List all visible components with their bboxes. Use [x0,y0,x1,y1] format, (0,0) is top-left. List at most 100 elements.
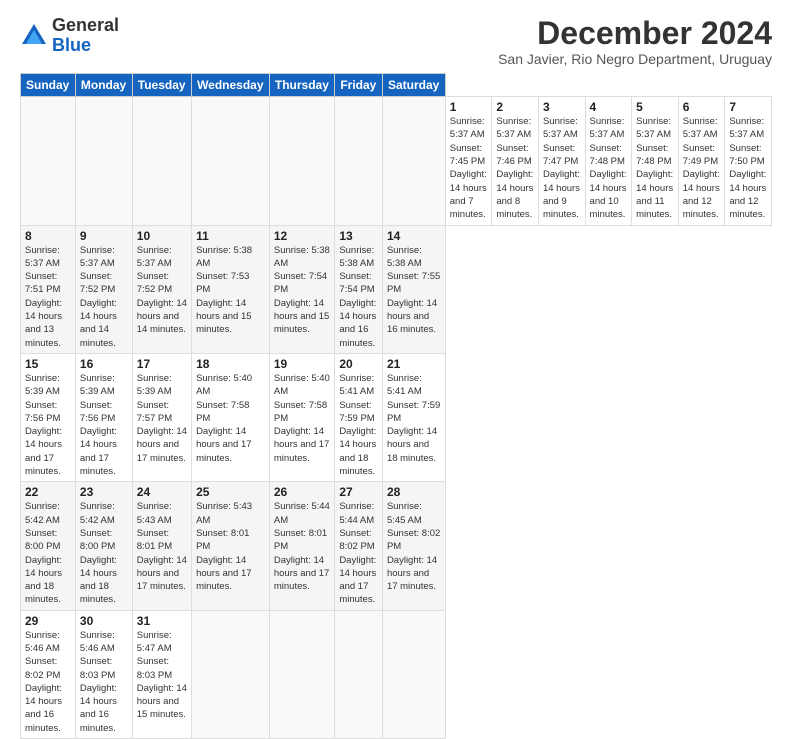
header-tuesday: Tuesday [132,74,191,97]
day-number: 1 [450,100,488,114]
day-number: 20 [339,357,378,371]
day-info: Sunrise: 5:38 AMSunset: 7:55 PMDaylight:… [387,245,440,336]
day-info: Sunrise: 5:46 AMSunset: 8:02 PMDaylight:… [25,630,62,734]
location-subtitle: San Javier, Rio Negro Department, Urugua… [498,51,772,67]
day-number: 4 [590,100,628,114]
calendar-week-5: 29 Sunrise: 5:46 AMSunset: 8:02 PMDaylig… [21,610,772,738]
calendar-cell: 22 Sunrise: 5:42 AMSunset: 8:00 PMDaylig… [21,482,76,610]
calendar-cell [382,97,445,225]
day-number: 25 [196,485,265,499]
calendar-cell: 21 Sunrise: 5:41 AMSunset: 7:59 PMDaylig… [382,353,445,481]
day-info: Sunrise: 5:37 AMSunset: 7:50 PMDaylight:… [729,116,766,220]
calendar-week-2: 8 Sunrise: 5:37 AMSunset: 7:51 PMDayligh… [21,225,772,353]
day-number: 9 [80,229,128,243]
day-info: Sunrise: 5:42 AMSunset: 8:00 PMDaylight:… [25,501,62,605]
calendar-cell: 27 Sunrise: 5:44 AMSunset: 8:02 PMDaylig… [335,482,383,610]
calendar-cell: 13 Sunrise: 5:38 AMSunset: 7:54 PMDaylig… [335,225,383,353]
day-number: 17 [137,357,187,371]
day-info: Sunrise: 5:40 AMSunset: 7:58 PMDaylight:… [274,373,330,464]
day-info: Sunrise: 5:38 AMSunset: 7:54 PMDaylight:… [274,245,330,336]
calendar-cell: 20 Sunrise: 5:41 AMSunset: 7:59 PMDaylig… [335,353,383,481]
calendar-cell: 29 Sunrise: 5:46 AMSunset: 8:02 PMDaylig… [21,610,76,738]
logo-icon [20,22,48,50]
calendar-cell: 30 Sunrise: 5:46 AMSunset: 8:03 PMDaylig… [75,610,132,738]
day-info: Sunrise: 5:38 AMSunset: 7:53 PMDaylight:… [196,245,252,336]
calendar-cell [21,97,76,225]
calendar-cell: 6 Sunrise: 5:37 AMSunset: 7:49 PMDayligh… [678,97,725,225]
calendar-cell [192,610,270,738]
day-info: Sunrise: 5:41 AMSunset: 7:59 PMDaylight:… [387,373,440,464]
calendar-cell: 2 Sunrise: 5:37 AMSunset: 7:46 PMDayligh… [492,97,539,225]
day-info: Sunrise: 5:46 AMSunset: 8:03 PMDaylight:… [80,630,117,734]
calendar-cell: 28 Sunrise: 5:45 AMSunset: 8:02 PMDaylig… [382,482,445,610]
day-number: 6 [683,100,721,114]
calendar-cell [192,97,270,225]
day-info: Sunrise: 5:37 AMSunset: 7:48 PMDaylight:… [636,116,673,220]
day-number: 29 [25,614,71,628]
calendar-cell: 7 Sunrise: 5:37 AMSunset: 7:50 PMDayligh… [725,97,772,225]
day-info: Sunrise: 5:38 AMSunset: 7:54 PMDaylight:… [339,245,376,349]
calendar-cell: 31 Sunrise: 5:47 AMSunset: 8:03 PMDaylig… [132,610,191,738]
logo-general: General [52,15,119,35]
day-info: Sunrise: 5:40 AMSunset: 7:58 PMDaylight:… [196,373,252,464]
calendar-cell: 26 Sunrise: 5:44 AMSunset: 8:01 PMDaylig… [269,482,334,610]
day-number: 26 [274,485,330,499]
calendar-cell: 9 Sunrise: 5:37 AMSunset: 7:52 PMDayligh… [75,225,132,353]
day-number: 2 [496,100,534,114]
calendar-cell: 14 Sunrise: 5:38 AMSunset: 7:55 PMDaylig… [382,225,445,353]
calendar-cell: 3 Sunrise: 5:37 AMSunset: 7:47 PMDayligh… [538,97,585,225]
calendar-cell: 4 Sunrise: 5:37 AMSunset: 7:48 PMDayligh… [585,97,632,225]
calendar-week-3: 15 Sunrise: 5:39 AMSunset: 7:56 PMDaylig… [21,353,772,481]
day-number: 30 [80,614,128,628]
day-info: Sunrise: 5:37 AMSunset: 7:52 PMDaylight:… [80,245,117,349]
calendar-cell: 12 Sunrise: 5:38 AMSunset: 7:54 PMDaylig… [269,225,334,353]
calendar-cell: 10 Sunrise: 5:37 AMSunset: 7:52 PMDaylig… [132,225,191,353]
calendar-cell [382,610,445,738]
day-info: Sunrise: 5:41 AMSunset: 7:59 PMDaylight:… [339,373,376,477]
logo: General Blue [20,16,119,56]
calendar-cell: 18 Sunrise: 5:40 AMSunset: 7:58 PMDaylig… [192,353,270,481]
header-saturday: Saturday [382,74,445,97]
calendar-cell: 16 Sunrise: 5:39 AMSunset: 7:56 PMDaylig… [75,353,132,481]
header-friday: Friday [335,74,383,97]
calendar-table: Sunday Monday Tuesday Wednesday Thursday… [20,73,772,739]
day-info: Sunrise: 5:37 AMSunset: 7:52 PMDaylight:… [137,245,187,336]
logo-text: General Blue [52,16,119,56]
day-number: 27 [339,485,378,499]
day-number: 7 [729,100,767,114]
calendar-week-4: 22 Sunrise: 5:42 AMSunset: 8:00 PMDaylig… [21,482,772,610]
header-monday: Monday [75,74,132,97]
calendar-cell [269,97,334,225]
calendar-cell [335,97,383,225]
day-number: 24 [137,485,187,499]
day-info: Sunrise: 5:37 AMSunset: 7:51 PMDaylight:… [25,245,62,349]
day-info: Sunrise: 5:39 AMSunset: 7:57 PMDaylight:… [137,373,187,464]
calendar-cell: 23 Sunrise: 5:42 AMSunset: 8:00 PMDaylig… [75,482,132,610]
day-info: Sunrise: 5:37 AMSunset: 7:49 PMDaylight:… [683,116,720,220]
calendar-week-1: 1 Sunrise: 5:37 AMSunset: 7:45 PMDayligh… [21,97,772,225]
day-info: Sunrise: 5:43 AMSunset: 8:01 PMDaylight:… [196,501,252,592]
logo-blue: Blue [52,35,91,55]
calendar-cell: 24 Sunrise: 5:43 AMSunset: 8:01 PMDaylig… [132,482,191,610]
header-sunday: Sunday [21,74,76,97]
calendar-cell [132,97,191,225]
header: General Blue December 2024 San Javier, R… [20,16,772,67]
calendar-cell: 17 Sunrise: 5:39 AMSunset: 7:57 PMDaylig… [132,353,191,481]
day-number: 12 [274,229,330,243]
day-number: 21 [387,357,441,371]
day-number: 18 [196,357,265,371]
calendar-cell [75,97,132,225]
day-info: Sunrise: 5:37 AMSunset: 7:47 PMDaylight:… [543,116,580,220]
day-number: 11 [196,229,265,243]
calendar-header-row: Sunday Monday Tuesday Wednesday Thursday… [21,74,772,97]
day-info: Sunrise: 5:47 AMSunset: 8:03 PMDaylight:… [137,630,187,721]
day-number: 15 [25,357,71,371]
day-info: Sunrise: 5:39 AMSunset: 7:56 PMDaylight:… [25,373,62,477]
calendar-cell: 1 Sunrise: 5:37 AMSunset: 7:45 PMDayligh… [445,97,492,225]
day-number: 10 [137,229,187,243]
day-number: 16 [80,357,128,371]
calendar-page: General Blue December 2024 San Javier, R… [0,0,792,612]
day-number: 19 [274,357,330,371]
day-number: 28 [387,485,441,499]
header-thursday: Thursday [269,74,334,97]
